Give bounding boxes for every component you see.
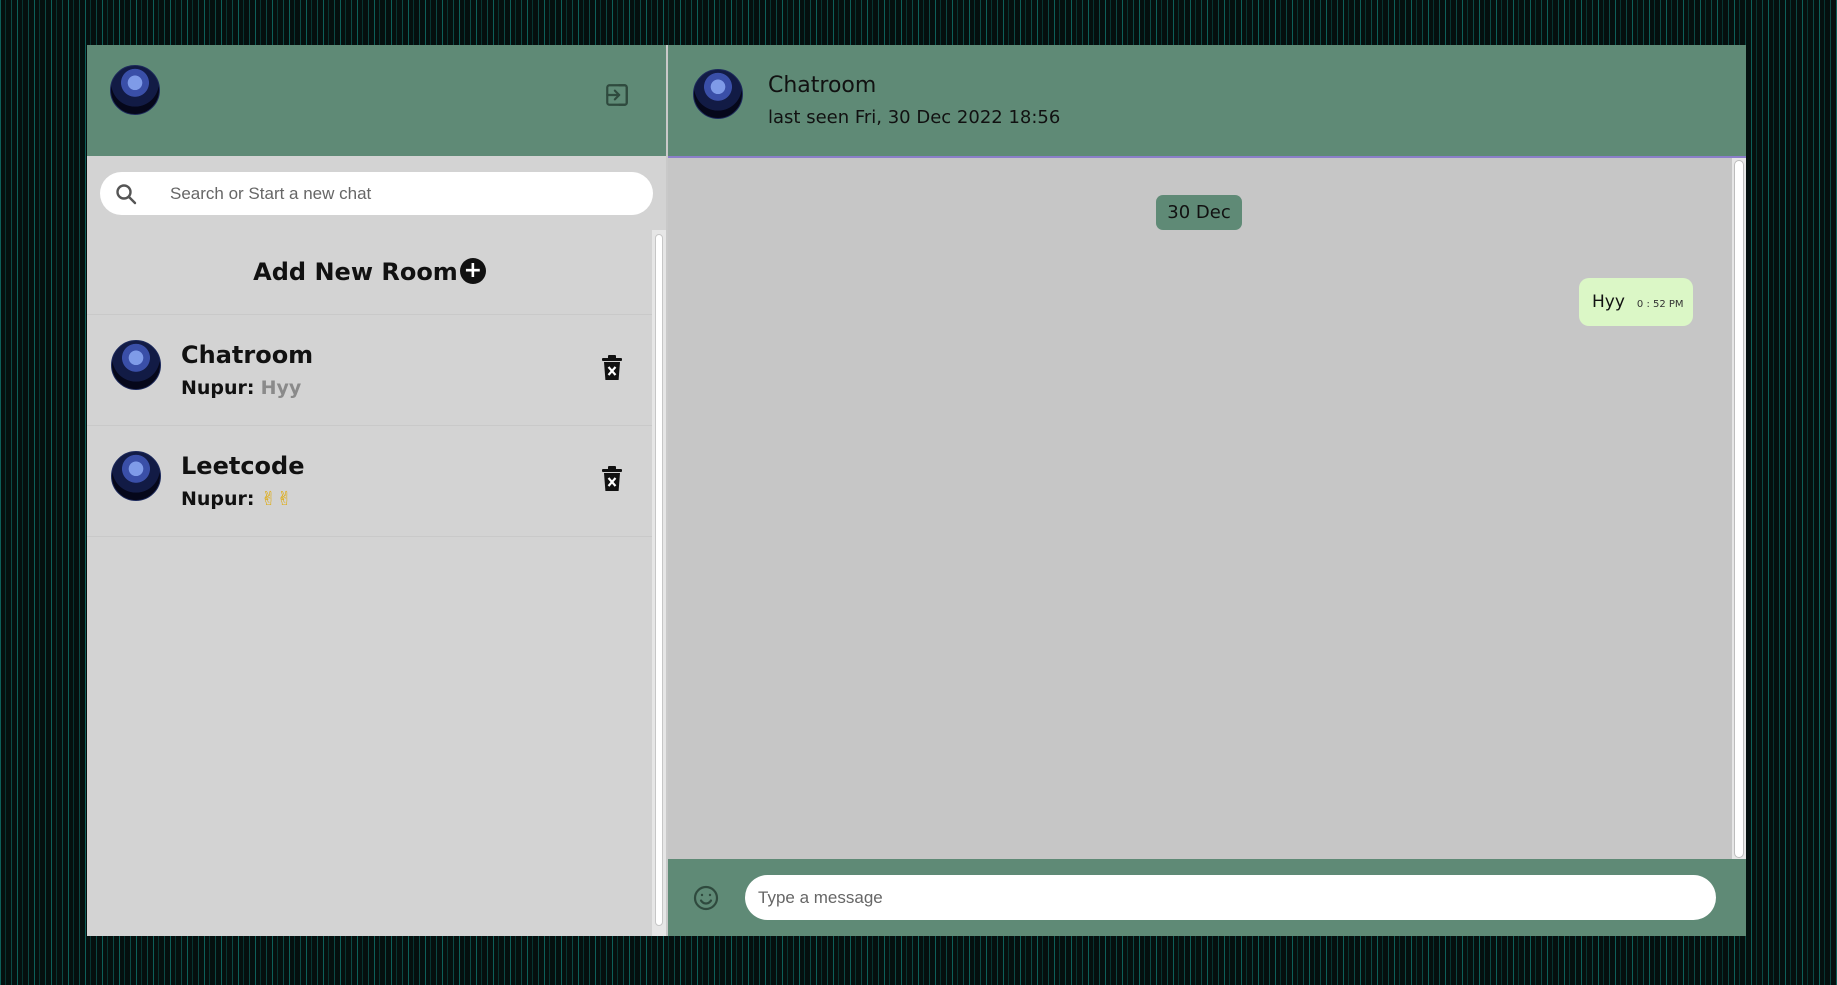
message-text: Hyy [1592, 292, 1625, 312]
room-name: Leetcode [181, 452, 305, 480]
search-box[interactable] [100, 172, 653, 215]
search-input[interactable] [170, 172, 630, 215]
room-list-scrollbar-thumb[interactable] [655, 234, 663, 926]
room-list: Add New Room + Chatroom Nupur: Hyy Leetc… [87, 230, 666, 936]
room-item[interactable]: Chatroom Nupur: Hyy [87, 315, 652, 426]
chat-header: Chatroom last seen Fri, 30 Dec 2022 18:5… [668, 45, 1746, 158]
chat-app: Add New Room + Chatroom Nupur: Hyy [87, 45, 1746, 936]
chat-title: Chatroom [768, 73, 877, 98]
room-item[interactable]: Leetcode Nupur: ✌✌ [87, 426, 652, 537]
room-avatar [111, 340, 161, 390]
search-bar [87, 156, 666, 230]
plus-circle-icon: + [459, 258, 486, 284]
trash-icon [602, 355, 622, 380]
message-time: 0 : 52 PM [1636, 298, 1684, 310]
room-avatar [111, 451, 161, 501]
room-name: Chatroom [181, 341, 314, 369]
message-composer [668, 859, 1746, 936]
sidebar: Add New Room + Chatroom Nupur: Hyy [87, 45, 668, 936]
trash-icon [602, 466, 622, 491]
message-area-scrollbar[interactable] [1732, 158, 1746, 859]
logout-icon [606, 84, 628, 106]
message-bubble: Hyy 0 : 52 PM [1579, 278, 1693, 326]
room-last-text: ✌✌ [260, 488, 293, 510]
chat-avatar[interactable] [693, 69, 743, 119]
room-last-sender: Nupur: [181, 488, 255, 510]
room-list-scrollbar[interactable] [652, 230, 666, 936]
delete-room-button[interactable] [601, 355, 627, 385]
emoji-button[interactable] [692, 884, 720, 912]
user-avatar[interactable] [110, 65, 160, 115]
add-new-room-label: Add New Room [253, 258, 458, 286]
room-last-message: Nupur: Hyy [181, 377, 301, 399]
message-input[interactable] [745, 875, 1716, 920]
delete-room-button[interactable] [601, 466, 627, 496]
emoji-icon [693, 885, 719, 911]
search-icon [116, 184, 137, 205]
message-area-scrollbar-thumb[interactable] [1734, 160, 1744, 858]
add-new-room-button[interactable]: Add New Room + [87, 230, 652, 315]
message-area: 30 Dec Hyy 0 : 52 PM [668, 158, 1746, 859]
logout-button[interactable] [602, 80, 632, 110]
room-last-message: Nupur: ✌✌ [181, 488, 292, 510]
room-last-sender: Nupur: [181, 377, 255, 399]
chat-panel: Chatroom last seen Fri, 30 Dec 2022 18:5… [668, 45, 1746, 936]
date-divider: 30 Dec [1156, 195, 1242, 230]
room-last-text: Hyy [260, 377, 302, 399]
sidebar-header [87, 45, 666, 156]
chat-last-seen: last seen Fri, 30 Dec 2022 18:56 [768, 107, 1061, 128]
